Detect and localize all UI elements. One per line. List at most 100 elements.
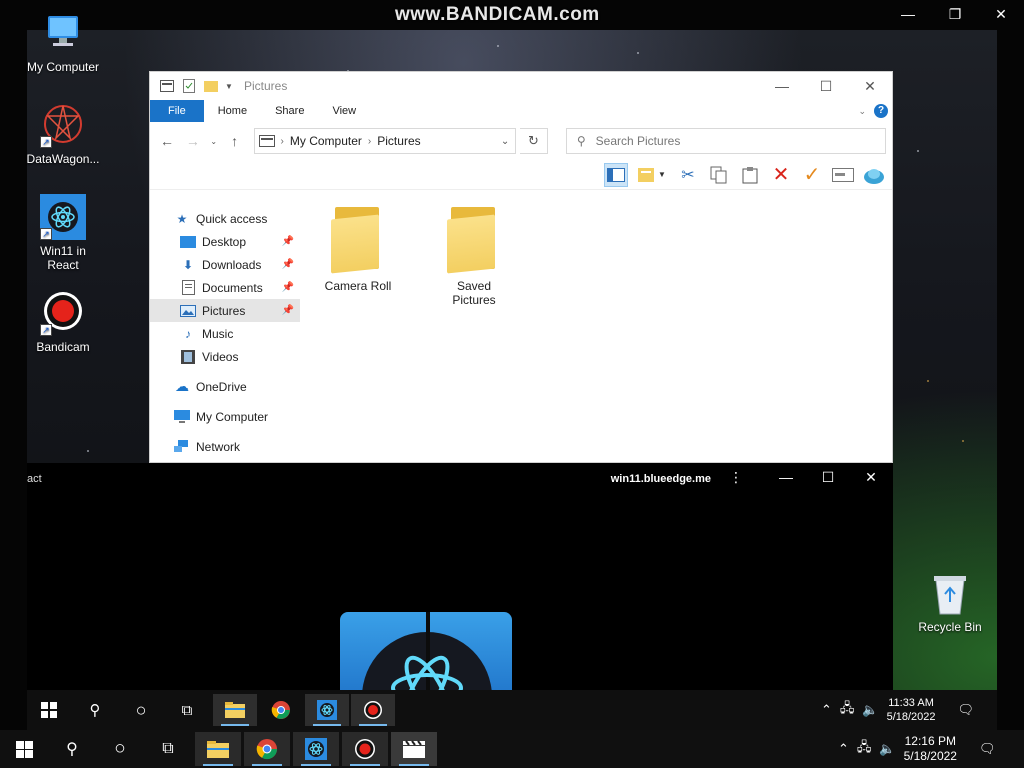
file-explorer-taskbar-button[interactable] (213, 694, 257, 726)
task-view-icon[interactable]: ⧉ (165, 694, 209, 726)
tab-share[interactable]: Share (261, 100, 318, 122)
close-button[interactable]: ✕ (848, 72, 892, 100)
cut-button[interactable]: ✂ (676, 163, 700, 187)
customize-qa-chevron-icon[interactable]: ▼ (224, 77, 234, 95)
react-icon (305, 738, 327, 760)
host-cortana-icon[interactable]: ○ (97, 732, 143, 766)
tab-view[interactable]: View (318, 100, 370, 122)
windows-logo-icon (41, 702, 57, 718)
host-maximize-button[interactable]: ❐ (940, 6, 970, 26)
volume-icon[interactable]: 🔈 (879, 741, 895, 757)
start-button[interactable] (27, 694, 71, 726)
host-search-icon[interactable]: ⚲ (49, 732, 95, 766)
host-clock[interactable]: 12:16 PM 5/18/2022 (904, 734, 957, 764)
desktop-icon-my-computer[interactable]: My Computer (23, 10, 103, 74)
desktop-icon-label: Win11 in React (40, 244, 86, 272)
desktop-icon-bandicam[interactable]: ↗ Bandicam (23, 290, 103, 354)
inner-clock[interactable]: 11:33 AM 5/18/2022 (887, 696, 936, 724)
clock-time: 11:33 AM (888, 697, 934, 709)
navigation-pane-button[interactable] (604, 162, 628, 187)
tab-home[interactable]: Home (204, 100, 261, 122)
maximize-button[interactable]: ☐ (804, 72, 848, 100)
host-bandicam-button[interactable] (342, 732, 388, 766)
folder-item[interactable]: Saved Pictures (436, 205, 512, 307)
volume-icon[interactable]: 🔈 (862, 702, 878, 718)
nav-quick-access[interactable]: ★ Quick access (150, 207, 300, 230)
address-dropdown-chevron-icon[interactable]: ⌄ (495, 136, 515, 147)
tab-file[interactable]: File (150, 100, 204, 122)
app-window: act win11.blueedge.me ⋮ — ☐ ✕ (27, 463, 893, 690)
refresh-button[interactable]: ↻ (520, 128, 548, 154)
host-video-editor-button[interactable] (391, 732, 437, 766)
rename-button[interactable] (831, 163, 855, 187)
back-button[interactable]: ← (156, 133, 178, 149)
clapperboard-icon (403, 740, 425, 758)
command-toolbar: ▼ ✂ ✕ ✓ (150, 160, 892, 190)
pin-icon: 📌 (281, 282, 294, 293)
breadcrumb-my-computer[interactable]: My Computer (290, 134, 362, 148)
cortana-icon[interactable]: ○ (119, 694, 163, 726)
notifications-icon[interactable]: 🗨 (979, 741, 996, 757)
desktop-icon-recycle-bin[interactable]: Recycle Bin (914, 572, 986, 634)
app-maximize-button[interactable]: ☐ (818, 469, 838, 486)
host-system-tray: ⌃ 🖧 🔈 12:16 PM 5/18/2022 🗨 (838, 730, 996, 768)
nav-downloads[interactable]: ⬇ Downloads 📌 (150, 253, 300, 276)
new-folder-icon[interactable] (202, 77, 220, 95)
help-icon[interactable]: ? (874, 104, 888, 118)
address-bar[interactable]: › My Computer › Pictures ⌄ (253, 128, 517, 154)
forward-button[interactable]: → (182, 133, 204, 149)
copy-button[interactable] (707, 163, 731, 187)
host-react-app-button[interactable] (293, 732, 339, 766)
host-close-button[interactable]: ✕ (986, 6, 1016, 26)
nav-pictures[interactable]: Pictures 📌 (150, 299, 300, 322)
react-app-taskbar-button[interactable] (305, 694, 349, 726)
more-options-icon[interactable]: ⋮ (729, 469, 743, 486)
expand-ribbon-chevron-icon[interactable]: ⌄ (858, 106, 866, 117)
desktop-icon-win11-react[interactable]: ↗ Win11 in React (23, 194, 103, 272)
nav-music[interactable]: ♪ Music (150, 322, 300, 345)
breadcrumb-pictures[interactable]: Pictures (377, 134, 420, 148)
download-arrow-icon: ⬇ (182, 257, 194, 272)
nav-videos[interactable]: Videos (150, 345, 300, 368)
search-icon[interactable]: ⚲ (73, 694, 117, 726)
host-chrome-button[interactable] (244, 732, 290, 766)
react-icon: ↗ (40, 194, 86, 240)
app-close-button[interactable]: ✕ (861, 469, 881, 486)
properties-button[interactable] (862, 163, 886, 187)
layout-button[interactable]: ▼ (635, 163, 669, 187)
nav-desktop[interactable]: Desktop 📌 (150, 230, 300, 253)
folder-icon (447, 205, 501, 274)
nav-documents[interactable]: Documents 📌 (150, 276, 300, 299)
search-input[interactable]: ⚲ Search Pictures (565, 128, 887, 154)
network-icon[interactable]: 🖧 (857, 738, 872, 760)
location-icon (258, 135, 275, 147)
nav-network[interactable]: Network (150, 435, 300, 458)
host-minimize-button[interactable]: — (893, 6, 923, 26)
properties-icon[interactable] (180, 77, 198, 95)
chrome-taskbar-button[interactable] (259, 694, 303, 726)
desktop-icon-datawagon[interactable]: ↗ DataWagon... (23, 102, 103, 166)
app-minimize-button[interactable]: — (776, 469, 796, 485)
rename-confirm-button[interactable]: ✓ (800, 163, 824, 187)
bandicam-taskbar-button[interactable] (351, 694, 395, 726)
notifications-icon[interactable]: 🗨 (958, 702, 975, 718)
chevron-up-icon[interactable]: ⌃ (838, 741, 849, 757)
host-task-view-icon[interactable]: ⧉ (145, 732, 191, 766)
minimize-button[interactable]: — (760, 72, 804, 100)
delete-button[interactable]: ✕ (769, 163, 793, 187)
nav-onedrive[interactable]: ☁ OneDrive (150, 375, 300, 398)
up-button[interactable]: ↑ (224, 133, 246, 149)
nav-my-computer[interactable]: My Computer (150, 405, 300, 428)
nav-label: Downloads (202, 257, 262, 272)
chevron-up-icon[interactable]: ⌃ (821, 702, 832, 718)
react-icon (317, 700, 337, 720)
nav-label: Pictures (202, 303, 246, 318)
window-menu-icon[interactable] (158, 77, 176, 95)
folder-item[interactable]: Camera Roll (320, 205, 396, 307)
desktop-icon-label: My Computer (26, 60, 100, 74)
paste-button[interactable] (738, 163, 762, 187)
host-start-button[interactable] (1, 732, 47, 766)
network-icon[interactable]: 🖧 (840, 699, 855, 721)
recent-locations-chevron-icon[interactable]: ⌄ (208, 137, 220, 146)
host-file-explorer-button[interactable] (195, 732, 241, 766)
